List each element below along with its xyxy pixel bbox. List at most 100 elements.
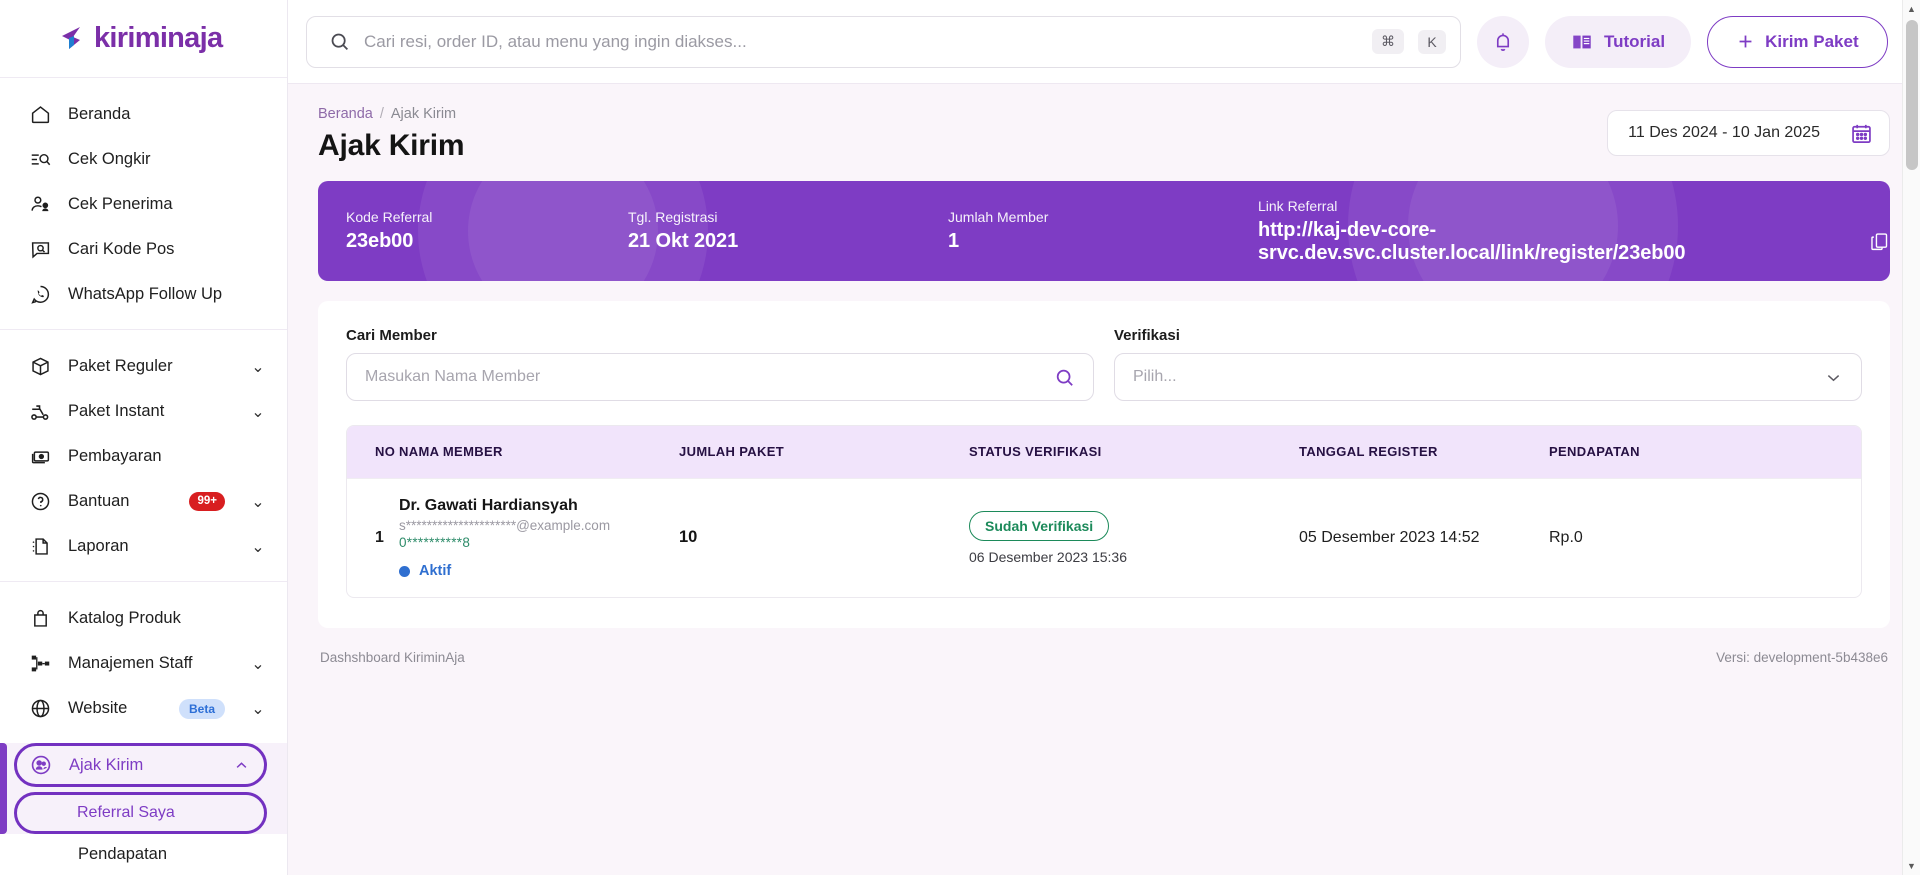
tutorial-button[interactable]: Tutorial [1545, 15, 1692, 68]
scrollbar-thumb[interactable] [1906, 20, 1918, 170]
status-badge: Sudah Verifikasi [969, 510, 1110, 541]
search-icon[interactable] [1054, 367, 1075, 388]
scroll-up-arrow-icon[interactable]: ▲ [1903, 0, 1920, 18]
sidebar-item-website[interactable]: Website Beta ⌄ [0, 686, 287, 731]
search-placeholder: Cari resi, order ID, atau menu yang ingi… [364, 31, 747, 51]
sidebar-item-label: Pendapatan [78, 845, 168, 864]
sidebar-item-label: Paket Reguler [68, 357, 173, 376]
date-range-picker[interactable]: 11 Des 2024 - 10 Jan 2025 [1607, 110, 1890, 156]
scroll-down-arrow-icon[interactable]: ▼ [1903, 857, 1920, 875]
sidebar-item-label: Pembayaran [68, 447, 162, 466]
th-jumlah-paket: JUMLAH PAKET [679, 444, 785, 460]
banner-kode-referral: Kode Referral 23eb00 [346, 209, 628, 253]
filter-verifikasi: Verifikasi Pilih... [1114, 327, 1862, 401]
status-dot-icon [399, 565, 410, 577]
sidebar-item-bantuan[interactable]: Bantuan 99+ ⌄ [0, 479, 287, 524]
verifikasi-placeholder: Pilih... [1133, 368, 1177, 385]
pendapatan-value: Rp.0 [1549, 528, 1583, 546]
sidebar-item-referral-saya[interactable]: Referral Saya [14, 792, 267, 835]
kode-referral-label: Kode Referral [346, 209, 433, 225]
chevron-down-icon[interactable]: ⌄ [249, 538, 267, 556]
verifikasi-select[interactable]: Pilih... [1114, 353, 1862, 401]
tgl-registrasi-label: Tgl. Registrasi [628, 209, 718, 225]
sidebar-group-ajak-kirim: Ajak Kirim Referral Saya [0, 743, 287, 835]
sidebar-group-tools: Katalog Produk Manajemen Staff ⌄ Website… [0, 581, 287, 743]
filter-cari-member: Cari Member Masukan Nama Member [346, 327, 1094, 401]
link-referral-value: http://kaj-dev-core-srvc.dev.svc.cluster… [1258, 218, 1686, 264]
kiriminaja-bird-icon [58, 24, 88, 54]
topbar: Cari resi, order ID, atau menu yang ingi… [288, 0, 1920, 84]
th-tanggal-register: TANGGAL REGISTER [1299, 444, 1438, 460]
sidebar-item-manajemen-staff[interactable]: Manajemen Staff ⌄ [0, 641, 287, 686]
cell-pendapatan: Rp.0 [1549, 477, 1861, 598]
chevron-down-icon[interactable]: ⌄ [249, 700, 267, 718]
box-icon [28, 355, 52, 379]
copy-icon[interactable] [1869, 231, 1890, 252]
main-area: Cari resi, order ID, atau menu yang ingi… [288, 0, 1920, 875]
calendar-icon[interactable] [1850, 122, 1873, 145]
sidebar-item-label: Manajemen Staff [68, 654, 193, 673]
member-status: Aktif [399, 563, 679, 579]
filter-row: Cari Member Masukan Nama Member Verifika… [346, 327, 1862, 401]
sidebar-item-cek-penerima[interactable]: Cek Penerima [0, 182, 287, 227]
sidebar-item-paket-instant[interactable]: Paket Instant ⌄ [0, 389, 287, 434]
table-row[interactable]: 1 Dr. Gawati Hardiansyah s**************… [347, 477, 1861, 598]
sidebar-item-ajak-kirim[interactable]: Ajak Kirim [14, 743, 267, 788]
website-beta-badge: Beta [178, 698, 225, 719]
sidebar-item-katalog-produk[interactable]: Katalog Produk [0, 596, 287, 641]
notification-bell-button[interactable] [1477, 15, 1529, 68]
sidebar-item-laporan[interactable]: Laporan ⌄ [0, 524, 287, 569]
report-icon [28, 535, 52, 559]
page-footer: Dashshboard KiriminAja Versi: developmen… [318, 628, 1890, 665]
cell-no: 1 [347, 477, 399, 598]
chevron-down-icon[interactable] [1824, 368, 1843, 387]
plus-icon [1736, 32, 1755, 51]
sidebar-item-cari-kode-pos[interactable]: Cari Kode Pos [0, 227, 287, 272]
footer-version-text: Versi: development-5b438e6 [1716, 650, 1888, 666]
sidebar-item-label: Bantuan [68, 492, 130, 511]
globe-icon [28, 697, 52, 721]
chevron-down-icon[interactable]: ⌄ [249, 655, 267, 673]
sidebar-item-pembayaran[interactable]: Pembayaran [0, 434, 287, 479]
sidebar-item-label: Cari Kode Pos [68, 240, 175, 259]
jumlah-member-value: 1 [948, 230, 960, 252]
sidebar-item-beranda[interactable]: Beranda [0, 92, 287, 137]
sidebar-item-cek-ongkir[interactable]: Cek Ongkir [0, 137, 287, 182]
member-email: s*********************@example.com [399, 517, 611, 533]
sidebar-item-pendapatan[interactable]: Pendapatan [0, 834, 287, 875]
bell-icon [1492, 31, 1514, 53]
footer-left-text: Dashshboard KiriminAja [320, 650, 465, 666]
home-icon [28, 103, 52, 127]
th-nama-member: NAMA MEMBER [399, 444, 503, 460]
brand-logo[interactable]: kiriminaja [0, 0, 287, 79]
chevron-down-icon[interactable]: ⌄ [249, 403, 267, 421]
sidebar-item-label: Beranda [68, 105, 131, 124]
breadcrumb-separator: / [379, 106, 384, 122]
kirim-paket-button[interactable]: Kirim Paket [1707, 15, 1888, 68]
breadcrumb-ajak-kirim[interactable]: Ajak Kirim [391, 106, 456, 122]
postal-search-icon [28, 238, 52, 262]
cari-member-input[interactable]: Masukan Nama Member [346, 353, 1094, 401]
th-no: NO [375, 444, 396, 460]
cari-member-placeholder: Masukan Nama Member [365, 368, 541, 385]
chevron-up-icon[interactable] [232, 756, 250, 774]
tanggal-register-value: 05 Desember 2023 14:52 [1299, 528, 1480, 546]
sidebar-item-whatsapp-follow-up[interactable]: WhatsApp Follow Up [0, 272, 287, 317]
breadcrumb-beranda[interactable]: Beranda [318, 106, 373, 122]
cell-jumlah-paket: 10 [679, 477, 969, 598]
chevron-down-icon[interactable]: ⌄ [249, 493, 267, 511]
member-table-element: NO NAMA MEMBER JUMLAH PAKET STATUS VERIF… [347, 426, 1861, 598]
referral-summary-banner: Kode Referral 23eb00 Tgl. Registrasi 21 … [318, 181, 1890, 281]
breadcrumb: Beranda / Ajak Kirim [318, 106, 464, 122]
cell-tanggal-register: 05 Desember 2023 14:52 [1299, 477, 1549, 598]
chevron-down-icon[interactable]: ⌄ [249, 358, 267, 376]
bag-icon [28, 607, 52, 631]
sidebar-item-paket-reguler[interactable]: Paket Reguler ⌄ [0, 344, 287, 389]
scooter-icon [28, 400, 52, 424]
cell-nama-member: Dr. Gawati Hardiansyah s****************… [399, 477, 679, 598]
banner-jumlah-member: Jumlah Member 1 [948, 209, 1258, 253]
browser-scrollbar[interactable]: ▲ ▼ [1902, 0, 1920, 875]
link-referral-label: Link Referral [1258, 197, 1338, 214]
whatsapp-icon [28, 283, 52, 307]
global-search-input[interactable]: Cari resi, order ID, atau menu yang ingi… [306, 15, 1461, 68]
